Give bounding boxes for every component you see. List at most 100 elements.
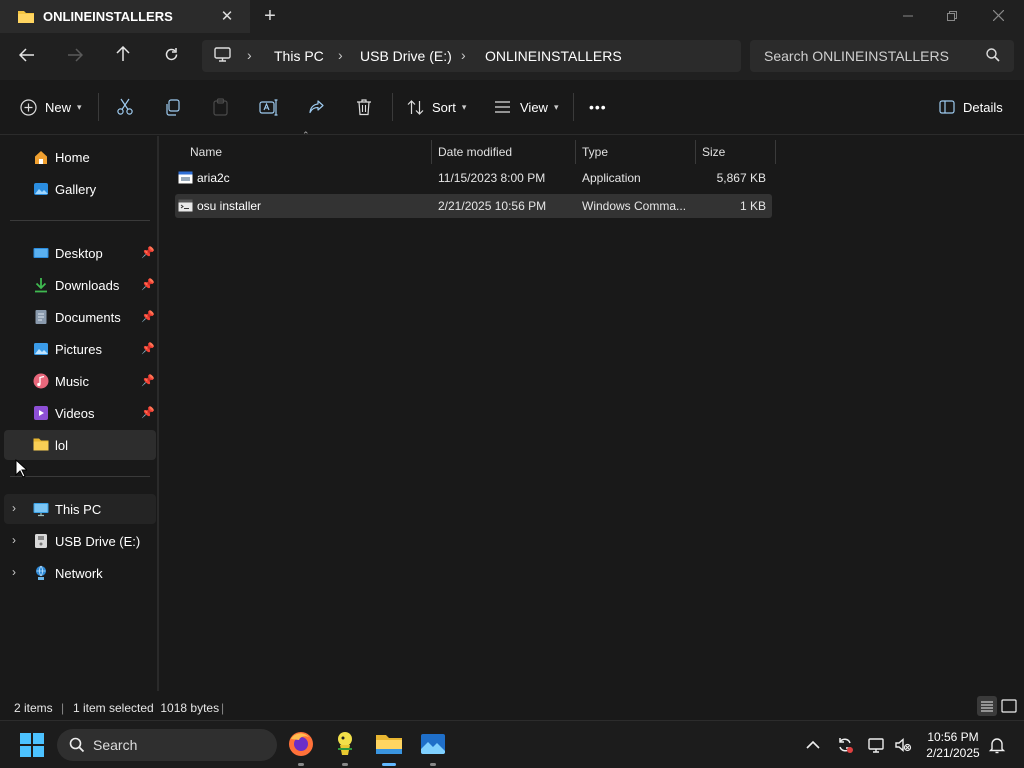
copy-button[interactable] [164,95,181,119]
home-icon [33,149,49,165]
sidebar-item-label: Videos [55,406,95,421]
up-button[interactable] [109,43,137,69]
file-size: 1 KB [739,199,766,213]
rename-button[interactable] [259,95,278,119]
view-button[interactable]: View ▾ [494,95,558,119]
chevron-right-icon[interactable]: › [12,565,16,579]
file-explorer-window: ONLINEINSTALLERS ✕ + › This PC › USB Dri… [0,0,1024,768]
sidebar-item-lol[interactable]: lol [4,430,156,460]
refresh-button[interactable] [157,43,185,69]
gallery-icon [33,181,49,197]
volume-muted-icon[interactable] [893,735,913,755]
explorer-tab[interactable]: ONLINEINSTALLERS ✕ [0,0,250,33]
windows-start-icon[interactable] [20,733,44,760]
running-indicator [382,763,396,766]
pictures-icon [33,341,49,357]
minimize-icon[interactable] [896,5,920,27]
sidebar-divider [10,220,150,221]
sort-button[interactable]: Sort ▾ [407,95,466,119]
column-header-date-modified[interactable]: Date modified [432,140,576,164]
app-character[interactable] [330,729,360,766]
sidebar-item-network[interactable]: › Network [4,558,156,588]
breadcrumb-this-pc[interactable]: This PC [274,48,324,64]
restore-icon[interactable] [940,5,964,27]
new-tab-button[interactable]: + [260,6,280,26]
toolbar-divider [573,93,574,121]
file-row-osu-installer[interactable]: osu installer 2/21/2025 10:56 PM Windows… [175,194,772,218]
title-bar: ONLINEINSTALLERS ✕ + [0,0,1024,33]
details-label: Details [963,99,1003,115]
desktop-icon [33,245,49,261]
cut-button[interactable] [116,95,134,119]
running-indicator [430,763,436,766]
application-icon [178,171,193,187]
pin-icon[interactable]: 📌 [141,246,155,259]
breadcrumb-usb-drive[interactable]: USB Drive (E:) [360,48,452,64]
share-button[interactable] [308,95,325,119]
pin-icon[interactable]: 📌 [141,374,155,387]
pin-icon[interactable]: 📌 [141,342,155,355]
running-indicator [298,763,304,766]
sidebar-item-music[interactable]: Music 📌 [4,366,156,396]
details-pane-button[interactable]: Details [939,95,1003,119]
forward-button[interactable] [61,43,89,69]
pin-icon[interactable]: 📌 [141,310,155,323]
details-view-button[interactable] [977,696,997,716]
plus-circle-icon [20,98,37,116]
clock-time: 10:56 PM [927,730,979,744]
column-header-name[interactable]: Name [184,140,432,164]
firefox-icon [286,732,316,762]
file-list: ⌃ Name Date modified Type Size aria2c 11… [159,130,1024,691]
back-button[interactable] [13,43,41,69]
close-tab-icon[interactable]: ✕ [218,8,236,26]
sidebar-item-documents[interactable]: Documents 📌 [4,302,156,332]
file-explorer-app[interactable] [374,729,404,766]
sidebar-item-desktop[interactable]: Desktop 📌 [4,238,156,268]
sidebar-item-gallery[interactable]: Gallery [4,174,156,204]
status-divider: | [61,701,65,715]
sidebar-item-pictures[interactable]: Pictures 📌 [4,334,156,364]
sidebar-item-usb-drive[interactable]: › USB Drive (E:) [4,526,156,556]
pin-icon[interactable]: 📌 [141,406,155,419]
rename-icon [259,98,278,116]
taskbar: Search 10:56 PM 2/21/2025 [0,720,1024,768]
sort-icon [407,99,424,116]
navigation-pane: Home Gallery Desktop 📌 Downloads 📌 Docum… [0,136,158,691]
chevron-right-icon[interactable]: › [12,533,16,547]
new-button[interactable]: New ▾ [20,95,82,119]
selection-info: 1 item selected 1018 bytes [73,701,220,715]
image-app[interactable] [418,729,448,766]
column-header-type[interactable]: Type [576,140,696,164]
mouse-cursor-icon [15,458,29,481]
large-icons-view-button[interactable] [999,696,1019,716]
notification-bell-icon[interactable] [987,735,1007,755]
show-hidden-icons-chevron-up-icon[interactable] [803,735,823,755]
breadcrumb-current-folder[interactable]: ONLINEINSTALLERS [485,48,622,64]
more-options-button[interactable]: ••• [589,95,607,119]
close-window-icon[interactable] [986,5,1010,27]
pin-icon[interactable]: 📌 [141,278,155,291]
view-list-icon [494,100,511,114]
firefox-app[interactable] [286,729,316,766]
sidebar-item-downloads[interactable]: Downloads 📌 [4,270,156,300]
sidebar-item-this-pc[interactable]: › This PC [4,494,156,524]
search-box[interactable]: Search ONLINEINSTALLERS [750,40,1014,72]
paste-button[interactable] [212,95,229,119]
taskbar-search[interactable]: Search [57,729,277,761]
sidebar-item-videos[interactable]: Videos 📌 [4,398,156,428]
file-row-aria2c[interactable]: aria2c 11/15/2023 8:00 PM Application 5,… [175,166,772,190]
sidebar-item-home[interactable]: Home [4,142,156,172]
videos-icon [33,405,49,421]
delete-button[interactable] [356,95,372,119]
column-header-size[interactable]: Size [696,140,776,164]
taskbar-clock[interactable]: 10:56 PM 2/21/2025 [918,729,988,761]
sidebar-item-label: USB Drive (E:) [55,534,141,549]
sync-icon[interactable] [835,735,855,755]
file-type: Windows Comma... [582,199,687,213]
chevron-right-icon[interactable]: › [12,501,16,515]
cmd-script-icon [178,199,193,215]
share-icon [308,99,325,116]
address-bar[interactable]: › This PC › USB Drive (E:) › ONLINEINSTA… [202,40,741,72]
network-status-icon[interactable] [867,735,887,755]
sidebar-item-label: lol [55,438,69,453]
